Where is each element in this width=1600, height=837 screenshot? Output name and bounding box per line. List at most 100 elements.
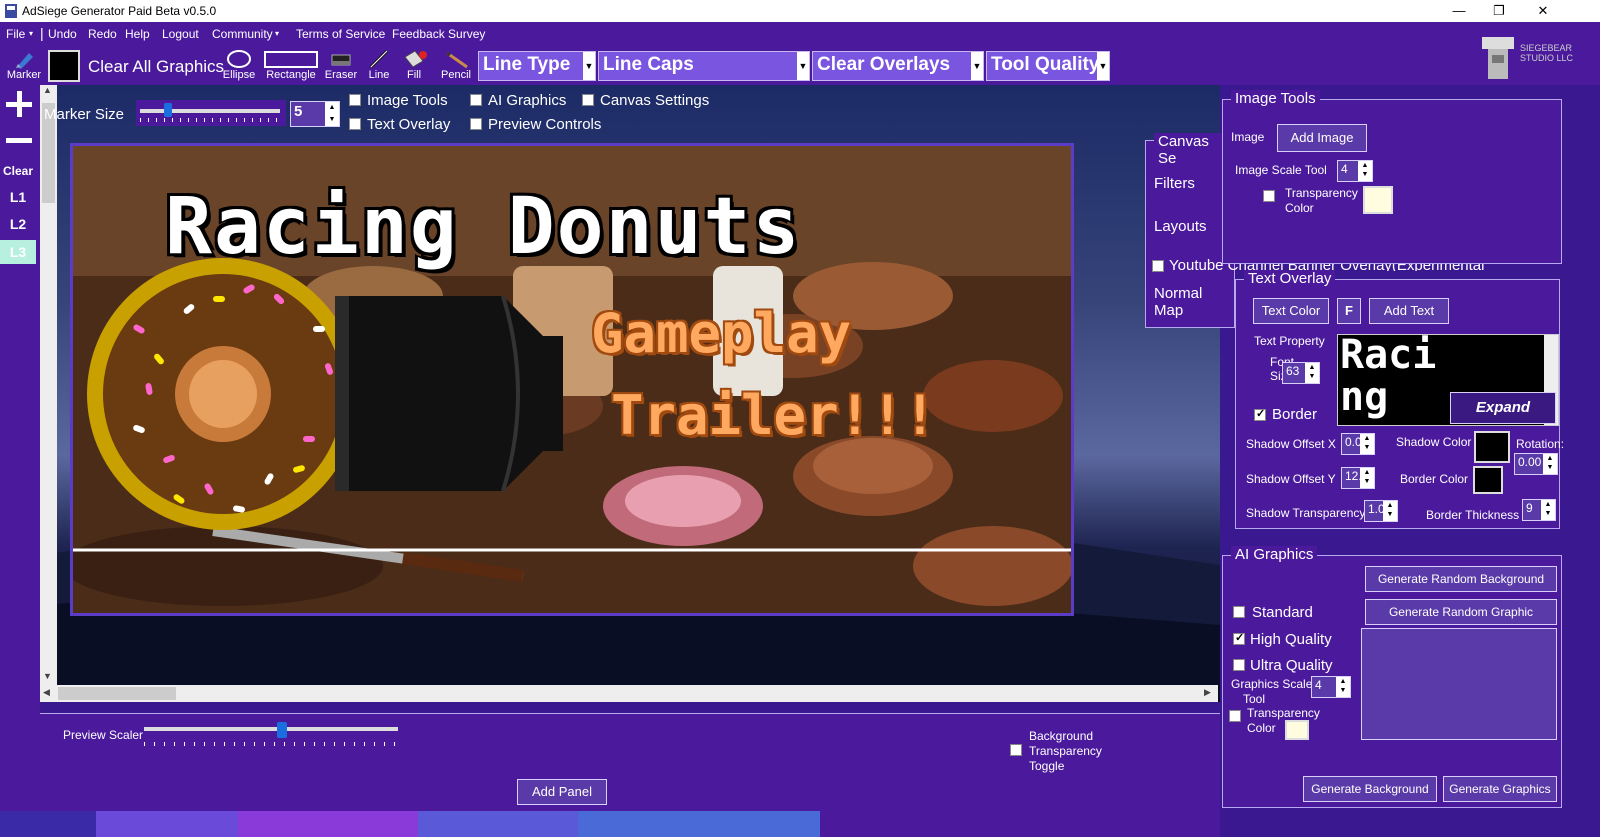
font-size-spinner[interactable]: 63 ▲ ▼ bbox=[1282, 362, 1320, 384]
text-overlay-checkbox[interactable] bbox=[349, 118, 361, 130]
generate-graphics-button[interactable]: Generate Graphics bbox=[1443, 776, 1557, 802]
spinner-arrows-icon[interactable]: ▲ ▼ bbox=[325, 102, 339, 126]
border-thickness-spinner[interactable]: 9 ▲ ▼ bbox=[1522, 499, 1556, 521]
image-scale-spinner[interactable]: 4 ▲ ▼ bbox=[1337, 160, 1373, 182]
preview-scaler-thumb[interactable] bbox=[277, 722, 287, 738]
layer-l2[interactable]: L2 bbox=[0, 216, 36, 232]
scroll-right-arrow[interactable]: ▶ bbox=[1204, 687, 1211, 698]
border-checkbox[interactable] bbox=[1254, 407, 1266, 421]
graphics-scale-label-line1: Graphics Scale bbox=[1231, 677, 1313, 691]
image-transparency-swatch[interactable] bbox=[1363, 186, 1393, 214]
marker-tool[interactable]: Marker bbox=[4, 49, 44, 81]
spinner-arrows-icon[interactable]: ▲ ▼ bbox=[1543, 454, 1557, 474]
eraser-icon bbox=[331, 54, 351, 66]
minus-icon[interactable] bbox=[4, 135, 34, 147]
scroll-left-arrow[interactable]: ◀ bbox=[43, 687, 50, 698]
menu-redo[interactable]: Redo bbox=[88, 27, 117, 41]
preview-controls-checkbox[interactable] bbox=[470, 118, 482, 130]
marker-size-slider[interactable] bbox=[136, 100, 286, 126]
canvas-settings-checkbox[interactable] bbox=[582, 94, 594, 106]
clear-layers-button[interactable]: Clear bbox=[0, 164, 36, 178]
spinner-arrows-icon[interactable]: ▲ ▼ bbox=[1541, 500, 1555, 520]
text-color-button[interactable]: Text Color bbox=[1253, 298, 1329, 324]
youtube-overlay-checkbox[interactable] bbox=[1152, 260, 1164, 272]
spinner-arrows-icon[interactable]: ▲ ▼ bbox=[1305, 363, 1319, 383]
banner-subtitle-line2[interactable]: Trailer!!! bbox=[611, 384, 936, 447]
clear-all-graphics-button[interactable]: Clear All Graphics bbox=[88, 57, 224, 77]
shadow-offset-y-spinner[interactable]: 12.5 ▲ ▼ bbox=[1341, 467, 1375, 489]
tool-quality-dropdown[interactable]: Tool Quality ▼ bbox=[986, 51, 1110, 81]
expand-button[interactable]: Expand bbox=[1450, 392, 1556, 424]
menu-file[interactable]: File bbox=[6, 27, 25, 41]
high-quality-checkbox[interactable] bbox=[1233, 631, 1245, 645]
horizontal-scrollbar[interactable]: ◀ ▶ bbox=[40, 685, 1218, 702]
rectangle-tool[interactable]: Rectangle bbox=[262, 49, 320, 81]
spinner-arrows-icon[interactable]: ▲ ▼ bbox=[1360, 468, 1374, 488]
graphics-transparency-checkbox[interactable] bbox=[1229, 710, 1241, 722]
ai-graphics-checkbox[interactable] bbox=[470, 94, 482, 106]
close-button[interactable]: ✕ bbox=[1520, 0, 1566, 22]
menu-undo[interactable]: Undo bbox=[48, 27, 77, 41]
shadow-transparency-spinner[interactable]: 1.00 ▲ ▼ bbox=[1364, 500, 1398, 522]
layer-l3[interactable]: L3 bbox=[0, 240, 36, 264]
maximize-button[interactable]: ❐ bbox=[1476, 0, 1522, 22]
banner-subtitle-line1[interactable]: Gameplay bbox=[591, 302, 851, 365]
graphics-scale-spinner[interactable]: 4 ▲ ▼ bbox=[1311, 676, 1351, 698]
menu-feedback[interactable]: Feedback Survey bbox=[392, 27, 485, 41]
shadow-offset-x-spinner[interactable]: 0.0 ▲ ▼ bbox=[1341, 433, 1375, 455]
vertical-scrollbar[interactable]: ▲ ▼ bbox=[40, 85, 57, 685]
text-property-label: Text Property bbox=[1254, 334, 1325, 348]
menu-logout[interactable]: Logout bbox=[162, 27, 199, 41]
font-button[interactable]: F bbox=[1337, 298, 1361, 324]
generate-random-graphic-button[interactable]: Generate Random Graphic bbox=[1365, 599, 1557, 625]
marker-size-slider-thumb[interactable] bbox=[164, 103, 172, 117]
generate-background-button[interactable]: Generate Background bbox=[1303, 776, 1437, 802]
spinner-arrows-icon[interactable]: ▲ ▼ bbox=[1358, 161, 1372, 181]
layer-l1[interactable]: L1 bbox=[0, 189, 36, 205]
image-tools-header: Image Tools bbox=[1231, 90, 1320, 107]
rotation-spinner[interactable]: 0.00 ▲ ▼ bbox=[1514, 453, 1558, 475]
standard-quality-checkbox[interactable] bbox=[1233, 606, 1245, 618]
image-tools-checkbox[interactable] bbox=[349, 94, 361, 106]
background-transparency-checkbox[interactable] bbox=[1010, 744, 1022, 756]
spinner-arrows-icon[interactable]: ▲ ▼ bbox=[1336, 677, 1350, 697]
generate-random-background-button[interactable]: Generate Random Background bbox=[1365, 566, 1557, 592]
text-overlay-toggle-label: Text Overlay bbox=[367, 116, 451, 133]
scroll-down-arrow[interactable]: ▼ bbox=[43, 671, 52, 681]
pencil-tool[interactable]: Pencil bbox=[438, 49, 474, 81]
ellipse-tool[interactable]: Ellipse bbox=[222, 49, 256, 81]
banner-title[interactable]: Racing Donuts bbox=[165, 182, 801, 272]
line-type-dropdown[interactable]: Line Type ▼ bbox=[478, 51, 596, 81]
horizontal-scroll-thumb[interactable] bbox=[58, 687, 176, 700]
scroll-up-arrow[interactable]: ▲ bbox=[43, 85, 52, 95]
ultra-quality-checkbox[interactable] bbox=[1233, 659, 1245, 671]
preview-scaler-slider[interactable] bbox=[140, 722, 402, 748]
graphics-transparency-swatch[interactable] bbox=[1285, 720, 1309, 740]
menu-terms[interactable]: Terms of Service bbox=[296, 27, 385, 41]
eraser-tool[interactable]: Eraser bbox=[324, 49, 358, 81]
fill-tool[interactable]: Fill bbox=[396, 49, 432, 81]
menu-community[interactable]: Community bbox=[212, 27, 273, 41]
image-tools-toggle-label: Image Tools bbox=[367, 92, 448, 109]
ai-graphic-preview[interactable] bbox=[1361, 628, 1557, 740]
shadow-color-swatch[interactable] bbox=[1474, 431, 1510, 463]
border-color-swatch[interactable] bbox=[1473, 466, 1503, 494]
image-transparency-checkbox[interactable] bbox=[1263, 190, 1275, 202]
spinner-arrows-icon[interactable]: ▲ ▼ bbox=[1383, 501, 1397, 521]
banner-canvas[interactable]: Racing Donuts Gameplay Trailer!!! bbox=[70, 143, 1074, 616]
line-tool[interactable]: Line bbox=[364, 49, 394, 81]
add-image-button[interactable]: Add Image bbox=[1277, 124, 1367, 152]
spinner-arrows-icon[interactable]: ▲ ▼ bbox=[1360, 434, 1374, 454]
add-panel-button[interactable]: Add Panel bbox=[517, 779, 607, 805]
layouts-label: Layouts bbox=[1154, 218, 1207, 235]
marker-size-spinner[interactable]: 5 ▲ ▼ bbox=[290, 101, 340, 127]
color-swatch-black[interactable] bbox=[48, 50, 80, 82]
canvas-settings-toggle-label: Canvas Settings bbox=[600, 92, 710, 109]
clear-overlays-dropdown[interactable]: Clear Overlays ▼ bbox=[812, 51, 984, 81]
plus-icon[interactable] bbox=[4, 89, 34, 119]
menu-help[interactable]: Help bbox=[125, 27, 150, 41]
line-caps-dropdown[interactable]: Line Caps ▼ bbox=[598, 51, 810, 81]
shadow-transparency-label: Shadow Transparency bbox=[1246, 506, 1366, 520]
left-layer-bar: Clear L1 L2 L3 bbox=[0, 85, 40, 837]
add-text-button[interactable]: Add Text bbox=[1369, 298, 1449, 324]
